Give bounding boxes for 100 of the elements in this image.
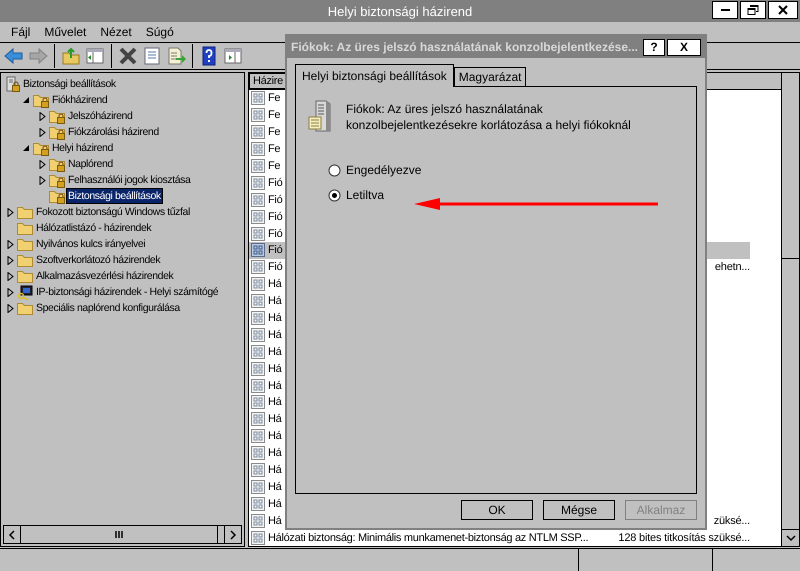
- folder-icon: [17, 204, 33, 220]
- vertical-scrollbar[interactable]: [781, 73, 799, 546]
- tree-item[interactable]: Nyilvános kulcs irányelvei: [34, 236, 148, 252]
- help-button[interactable]: ?: [643, 38, 665, 56]
- folder-up-icon: [61, 46, 81, 66]
- locked-folder-icon: [49, 188, 65, 204]
- table-cell: Há: [268, 277, 282, 292]
- menu-item[interactable]: Nézet: [93, 25, 139, 39]
- expanded-arrow-icon[interactable]: [22, 96, 31, 104]
- dialog-button[interactable]: Mégse: [543, 500, 615, 520]
- collapsed-arrow-icon[interactable]: [6, 288, 15, 296]
- dialog-button[interactable]: OK: [461, 500, 533, 520]
- maximize-button[interactable]: [740, 1, 766, 19]
- folder-icon: [17, 236, 33, 252]
- locked-folder-icon: [33, 92, 49, 108]
- collapsed-arrow-icon[interactable]: [38, 128, 47, 136]
- close-button[interactable]: [768, 1, 798, 19]
- menu-item[interactable]: Fájl: [4, 25, 38, 39]
- tree-item[interactable]: Fokozott biztonságú Windows tűzfal: [34, 204, 192, 220]
- table-cell: Há: [268, 446, 282, 460]
- table-cell: Há: [268, 344, 282, 359]
- menu-item[interactable]: Művelet: [37, 25, 94, 39]
- table-cell: Há: [268, 378, 282, 393]
- close-button[interactable]: X: [667, 38, 701, 56]
- tree-item[interactable]: Hálózatlistázó - házirendek: [34, 220, 154, 236]
- tree-item[interactable]: Fiókházirend: [50, 92, 110, 108]
- locked-folder-icon: [33, 140, 49, 156]
- locked-folder-icon: [49, 124, 65, 140]
- tree-item[interactable]: Biztonsági beállítások: [66, 188, 163, 204]
- collapsed-arrow-icon[interactable]: [38, 160, 47, 168]
- tree-item[interactable]: Felhasználói jogok kiosztása: [66, 172, 192, 188]
- table-cell: Há: [268, 514, 282, 528]
- tree-item[interactable]: Speciális naplórend konfigurálása: [34, 300, 182, 316]
- table-cell: Há: [268, 480, 282, 494]
- server-lock-icon: [4, 76, 20, 92]
- table-cell: Há: [268, 294, 282, 308]
- tree-item[interactable]: Szoftverkorlátozó házirendek: [34, 252, 162, 268]
- table-cell: Fió: [268, 192, 282, 207]
- table-cell: Há: [268, 412, 282, 426]
- folder-icon: [17, 220, 33, 236]
- table-cell: Fió: [268, 176, 282, 190]
- expanded-arrow-icon[interactable]: [22, 144, 31, 152]
- tree-item[interactable]: Alkalmazásvezérlési házirendek: [34, 268, 176, 284]
- computer-key-icon: [17, 284, 33, 300]
- pane-icon: [85, 46, 105, 66]
- table-cell-text: ehetn...: [714, 260, 750, 274]
- table-cell: Há: [268, 496, 282, 511]
- tab[interactable]: Magyarázat: [454, 67, 526, 86]
- grip-icon: [115, 531, 123, 538]
- collapsed-arrow-icon[interactable]: [6, 240, 15, 248]
- table-cell: Há: [268, 311, 282, 326]
- tree-item[interactable]: Fiókzárolási házirend: [66, 124, 161, 140]
- delete-icon: [118, 46, 138, 66]
- export-list-icon: [166, 46, 186, 66]
- table-cell: Fió: [268, 210, 282, 224]
- locked-folder-icon: [49, 108, 65, 124]
- dialog-title: Fiókok: Az üres jelszó használatának konzolbejelentkezése...: [291, 40, 640, 54]
- radio-label[interactable]: Letiltva: [346, 188, 384, 202]
- table-cell: Há: [268, 328, 282, 342]
- tab[interactable]: Helyi biztonsági beállítások: [295, 64, 454, 87]
- back-arrow-icon: [4, 46, 24, 66]
- collapsed-arrow-icon[interactable]: [38, 112, 47, 120]
- radio-label[interactable]: Engedélyezve: [346, 163, 422, 177]
- collapsed-arrow-icon[interactable]: [38, 176, 47, 184]
- radio-button[interactable]: [328, 188, 341, 202]
- collapsed-arrow-icon[interactable]: [6, 304, 15, 312]
- table-cell: Há: [268, 395, 282, 410]
- radio-button[interactable]: [328, 164, 341, 176]
- close-icon: [777, 5, 789, 15]
- table-cell: Há: [268, 429, 282, 444]
- collapsed-arrow-icon[interactable]: [6, 272, 15, 280]
- table-cell: Fió: [268, 260, 282, 274]
- locked-folder-icon: [49, 156, 65, 172]
- table-cell: Fe: [268, 108, 280, 122]
- pane-icon: [223, 46, 243, 66]
- menu-item[interactable]: Súgó: [138, 25, 181, 39]
- table-cell: Hálózati biztonság: Minimális munkamenet-biztonság az NTLM SSP...: [268, 530, 588, 545]
- policy-description: Fiókok: Az üres jelszó használatának konzolbejelentkezésekre korlátozása a helyi fiókoknál: [346, 101, 632, 133]
- tree-item[interactable]: IP-biztonsági házirendek - Helyi számítógé: [34, 284, 220, 300]
- table-cell-text: 128 bites titkosítás szüksé...: [617, 530, 750, 545]
- tree-item[interactable]: Naplórend: [66, 156, 115, 172]
- properties-icon: [142, 46, 162, 66]
- minimize-button[interactable]: [712, 1, 738, 19]
- folder-icon: [17, 300, 33, 316]
- table-cell: Fió: [268, 226, 282, 241]
- tree-item[interactable]: Biztonsági beállítások: [21, 76, 118, 92]
- tree-item[interactable]: Helyi házirend: [50, 140, 115, 156]
- forward-arrow-icon: [28, 46, 48, 66]
- table-cell: Há: [268, 362, 282, 376]
- locked-folder-icon: [49, 172, 65, 188]
- tree-item[interactable]: Jelszóházirend: [66, 108, 134, 124]
- table-cell: Fe: [268, 142, 280, 156]
- table-cell: Fe: [268, 91, 280, 106]
- horizontal-scrollbar[interactable]: [3, 525, 242, 544]
- window-title: Helyi biztonsági házirend: [328, 4, 472, 18]
- table-cell: Fió: [268, 243, 282, 258]
- restore-icon: [747, 5, 759, 15]
- collapsed-arrow-icon[interactable]: [6, 208, 15, 216]
- minimize-icon: [720, 9, 730, 11]
- collapsed-arrow-icon[interactable]: [6, 256, 15, 264]
